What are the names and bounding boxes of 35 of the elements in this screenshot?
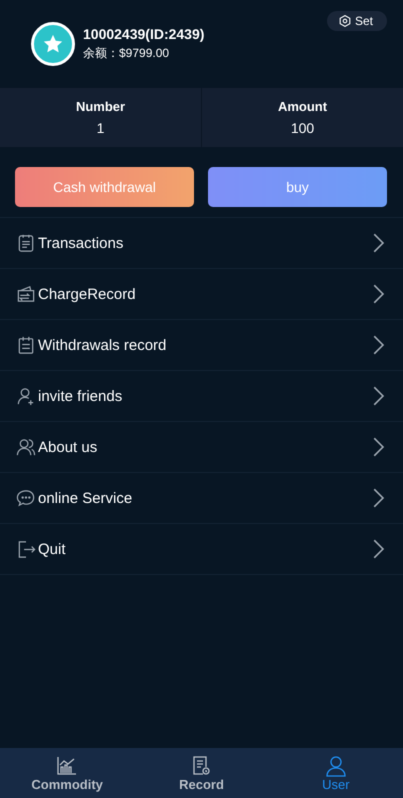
user-name: 10002439(ID:2439) bbox=[83, 26, 204, 42]
menu-label: online Service bbox=[38, 490, 134, 506]
calendar-icon bbox=[16, 335, 36, 355]
tab[interactable]: Record bbox=[134, 748, 269, 798]
menu-item[interactable]: Quit bbox=[0, 524, 403, 575]
menu-label: About us bbox=[38, 438, 98, 456]
stat-value: 100 bbox=[290, 120, 314, 136]
chat-icon bbox=[16, 488, 36, 508]
menu-item[interactable]: Transactions bbox=[0, 218, 403, 269]
menu-label: Quit bbox=[38, 540, 67, 558]
wallet-icon bbox=[16, 284, 36, 304]
menu-label: Withdrawals record bbox=[38, 336, 168, 354]
menu-label: ChargeRecord bbox=[38, 286, 137, 302]
chart-icon bbox=[56, 754, 78, 776]
clipboard-icon bbox=[16, 233, 36, 253]
menu-item[interactable]: ChargeRecord bbox=[0, 269, 403, 320]
users-icon bbox=[16, 437, 36, 457]
stat-value: 1 bbox=[96, 120, 104, 136]
menu-item[interactable]: invite friends bbox=[0, 371, 403, 422]
menu-item[interactable]: About us bbox=[0, 422, 403, 473]
user-icon bbox=[324, 754, 347, 776]
settings-icon bbox=[338, 15, 351, 27]
stat-label: Number bbox=[76, 99, 126, 114]
balance: 余额：$9799.00 bbox=[83, 45, 170, 62]
star-icon bbox=[42, 33, 64, 55]
add-user-icon bbox=[16, 386, 36, 406]
tab[interactable]: Commodity bbox=[0, 748, 134, 798]
menu-label: invite friends bbox=[38, 388, 124, 404]
tab[interactable]: User bbox=[268, 748, 403, 798]
menu-label: Transactions bbox=[38, 234, 124, 252]
stat-label: Amount bbox=[278, 99, 328, 114]
menu-item[interactable]: Withdrawals record bbox=[0, 320, 403, 371]
menu-item[interactable]: online Service bbox=[0, 473, 403, 524]
exit-icon bbox=[16, 539, 36, 559]
settings-button[interactable]: Set bbox=[326, 11, 387, 31]
